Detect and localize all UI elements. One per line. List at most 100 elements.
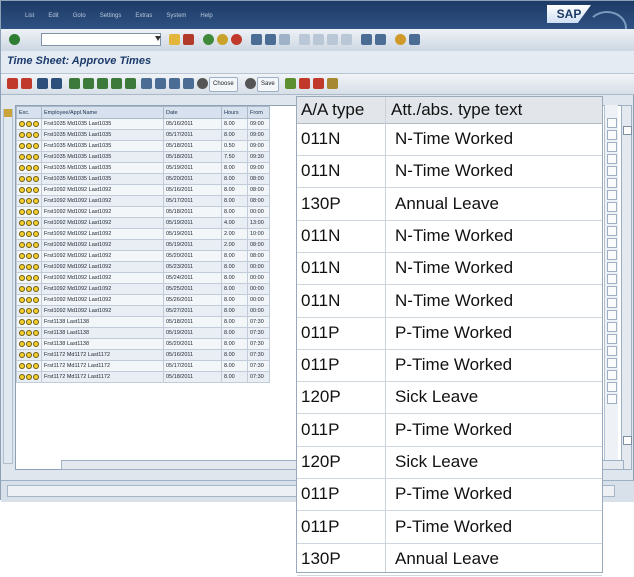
menu-item-extras[interactable]: Extras bbox=[135, 13, 152, 19]
row-status-checkbox[interactable] bbox=[607, 130, 617, 140]
back-icon[interactable] bbox=[203, 34, 214, 45]
row-status-checkbox[interactable] bbox=[607, 118, 617, 128]
column-header-hours[interactable]: Hours bbox=[221, 106, 248, 119]
row-status-checkbox[interactable] bbox=[607, 142, 617, 152]
row-status-checkbox[interactable] bbox=[607, 358, 617, 368]
list-item[interactable]: 130P Annual Leave bbox=[297, 543, 602, 576]
row-status-checkbox[interactable] bbox=[607, 322, 617, 332]
menu-item-edit[interactable]: Edit bbox=[48, 13, 58, 19]
scroll-up-icon[interactable] bbox=[623, 126, 632, 135]
table-row[interactable]: Frst1092 Md1092 Last1092 05/18/2011 8.00 00… bbox=[16, 206, 270, 218]
lock-icon[interactable] bbox=[327, 78, 338, 89]
approve-icon[interactable] bbox=[7, 78, 18, 89]
table-row[interactable]: Frst1092 Md1092 Last1092 05/19/2011 4.00 13… bbox=[16, 217, 270, 229]
reject-icon[interactable] bbox=[21, 78, 32, 89]
row-status-checkbox[interactable] bbox=[607, 202, 617, 212]
table-row[interactable]: Frst1092 Md1092 Last1092 05/26/2011 8.00 00… bbox=[16, 294, 270, 306]
menu-item-goto[interactable]: Goto bbox=[73, 13, 86, 19]
first-page-icon[interactable] bbox=[299, 34, 310, 45]
select-all-icon[interactable] bbox=[4, 109, 12, 117]
row-status-checkbox[interactable] bbox=[607, 166, 617, 176]
table-row[interactable]: Frst1035 Md1035 Last1035 05/16/2011 8.00 09… bbox=[16, 118, 270, 130]
column-header-aa-type[interactable]: A/A type bbox=[301, 97, 364, 123]
list-item[interactable]: 011N N-Time Worked bbox=[297, 252, 602, 286]
layout-icon[interactable] bbox=[141, 78, 152, 89]
shortcut-icon[interactable] bbox=[375, 34, 386, 45]
row-status-checkbox[interactable] bbox=[607, 274, 617, 284]
list-item[interactable]: 011P P-Time Worked bbox=[297, 511, 602, 544]
enter-icon[interactable] bbox=[9, 34, 20, 45]
row-status-checkbox[interactable] bbox=[607, 310, 617, 320]
export-icon[interactable] bbox=[125, 78, 136, 89]
favorites-icon[interactable] bbox=[169, 34, 180, 45]
row-status-checkbox[interactable] bbox=[607, 178, 617, 188]
table-row[interactable]: Frst1092 Md1092 Last1092 05/27/2011 8.00 00… bbox=[16, 305, 270, 317]
save-layout-icon[interactable] bbox=[169, 78, 180, 89]
scroll-down-icon[interactable] bbox=[623, 436, 632, 445]
table-row[interactable]: Frst1035 Md1035 Last1035 05/19/2011 8.00 09… bbox=[16, 162, 270, 174]
table-row[interactable]: Frst1172 Md1172 Last1172 05/18/2011 8.00 07… bbox=[16, 371, 270, 383]
list-item[interactable]: 011N N-Time Worked bbox=[297, 123, 602, 156]
choose-button[interactable]: Choose bbox=[209, 77, 238, 92]
table-row[interactable]: Frst1035 Md1035 Last1035 05/18/2011 0.50 09… bbox=[16, 140, 270, 152]
list-item[interactable]: 011N N-Time Worked bbox=[297, 155, 602, 189]
table-row[interactable]: Frst1092 Md1092 Last1092 05/24/2011 8.00 00… bbox=[16, 272, 270, 284]
vertical-scrollbar[interactable] bbox=[621, 105, 632, 470]
cancel-icon[interactable] bbox=[231, 34, 242, 45]
list-item[interactable]: 011P P-Time Worked bbox=[297, 478, 602, 512]
column-header-type-text[interactable]: Att./abs. type text bbox=[391, 97, 522, 123]
row-status-checkbox[interactable] bbox=[607, 250, 617, 260]
layout-menu-icon[interactable] bbox=[409, 34, 420, 45]
save-icon[interactable] bbox=[183, 34, 194, 45]
column-header-date[interactable]: Date bbox=[163, 106, 222, 119]
command-dropdown-icon[interactable] bbox=[155, 36, 161, 41]
subtotal-icon[interactable] bbox=[111, 78, 122, 89]
table-row[interactable]: Frst1035 Md1035 Last1035 05/20/2011 8.00 08… bbox=[16, 173, 270, 185]
column-header-employee[interactable]: Employee/Appl.Name bbox=[41, 106, 164, 119]
row-status-checkbox[interactable] bbox=[607, 154, 617, 164]
table-row[interactable]: Frst1092 Md1092 Last1092 05/17/2011 8.00 08… bbox=[16, 195, 270, 207]
exit-icon[interactable] bbox=[217, 34, 228, 45]
check-icon[interactable] bbox=[285, 78, 296, 89]
table-row[interactable]: Frst1092 Md1092 Last1092 05/19/2011 2.00 08… bbox=[16, 239, 270, 251]
row-status-checkbox[interactable] bbox=[607, 238, 617, 248]
graphic-icon[interactable] bbox=[183, 78, 194, 89]
row-status-checkbox[interactable] bbox=[607, 262, 617, 272]
column-header-from[interactable]: From bbox=[247, 106, 270, 119]
save-button[interactable]: Save bbox=[257, 77, 279, 92]
row-status-checkbox[interactable] bbox=[607, 334, 617, 344]
table-row[interactable]: Frst1138 Last1138 05/19/2011 8.00 07:30 bbox=[16, 327, 270, 339]
new-session-icon[interactable] bbox=[361, 34, 372, 45]
row-status-checkbox[interactable] bbox=[607, 286, 617, 296]
menu-item-settings[interactable]: Settings bbox=[100, 13, 122, 19]
menu-item-system[interactable]: System bbox=[166, 13, 186, 19]
table-row[interactable]: Frst1172 Md1172 Last1172 05/16/2011 8.00 07… bbox=[16, 349, 270, 361]
command-field[interactable] bbox=[41, 33, 161, 46]
table-row[interactable]: Frst1172 Md1172 Last1172 05/17/2011 8.00 07… bbox=[16, 360, 270, 372]
delete-icon[interactable] bbox=[313, 78, 324, 89]
column-header-exception[interactable]: Exc. bbox=[16, 106, 42, 119]
list-item[interactable]: 120P Sick Leave bbox=[297, 446, 602, 479]
sort-descending-icon[interactable] bbox=[51, 78, 62, 89]
select-layout-icon[interactable] bbox=[155, 78, 166, 89]
table-row[interactable]: Frst1138 Last1138 05/18/2011 8.00 07:30 bbox=[16, 316, 270, 328]
row-status-checkbox[interactable] bbox=[607, 190, 617, 200]
table-row[interactable]: Frst1035 Md1035 Last1035 05/17/2011 8.00 09… bbox=[16, 129, 270, 141]
list-item[interactable]: 011P P-Time Worked bbox=[297, 414, 602, 447]
previous-page-icon[interactable] bbox=[313, 34, 324, 45]
row-status-checkbox[interactable] bbox=[607, 370, 617, 380]
menu-item-help[interactable]: Help bbox=[200, 13, 212, 19]
menu-item-list[interactable]: List bbox=[25, 13, 34, 19]
sort-ascending-icon[interactable] bbox=[37, 78, 48, 89]
last-page-icon[interactable] bbox=[341, 34, 352, 45]
row-status-checkbox[interactable] bbox=[607, 226, 617, 236]
row-status-checkbox[interactable] bbox=[607, 298, 617, 308]
table-row[interactable]: Frst1138 Last1138 05/20/2011 8.00 07:30 bbox=[16, 338, 270, 350]
move-icon[interactable] bbox=[299, 78, 310, 89]
print-icon[interactable] bbox=[251, 34, 262, 45]
sum-icon[interactable] bbox=[97, 78, 108, 89]
list-item[interactable]: 011N N-Time Worked bbox=[297, 220, 602, 253]
row-status-checkbox[interactable] bbox=[607, 214, 617, 224]
list-item[interactable]: 011N N-Time Worked bbox=[297, 285, 602, 318]
table-row[interactable]: Frst1035 Md1035 Last1035 05/18/2011 7.50 09… bbox=[16, 151, 270, 163]
